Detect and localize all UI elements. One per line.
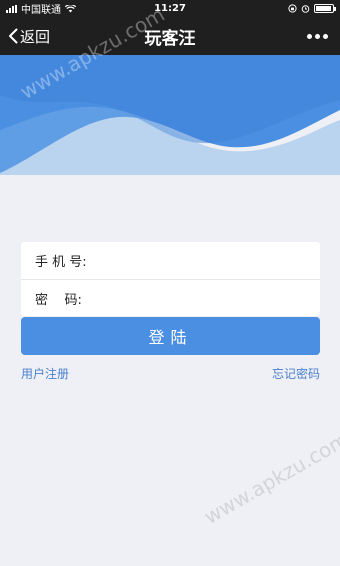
register-link[interactable]: 用户注册: [21, 365, 69, 382]
back-button[interactable]: 返回: [0, 26, 50, 47]
nav-bar: 返回 玩客汪: [0, 17, 340, 55]
more-dots-icon[interactable]: [307, 33, 328, 39]
wave-banner: [0, 55, 340, 175]
login-button[interactable]: 登陆: [21, 317, 320, 355]
phone-input[interactable]: [111, 253, 320, 268]
chevron-left-icon: [8, 28, 18, 44]
password-input[interactable]: [111, 290, 320, 306]
status-bar: 中国联通 11:27: [0, 0, 340, 17]
phone-label: 手 机 号:: [35, 255, 87, 270]
password-label: 密 码:: [35, 292, 82, 308]
wifi-icon: [65, 4, 76, 12]
login-form: 手 机 号: 密 码:: [21, 242, 320, 316]
page-title: 玩客汪: [144, 28, 196, 49]
watermark-text: www.apkzu.com: [200, 427, 340, 529]
lock-rotation-icon: [288, 4, 297, 13]
forgot-password-link[interactable]: 忘记密码: [272, 365, 320, 382]
password-row: 密 码:: [21, 279, 320, 316]
alarm-icon: [301, 5, 310, 13]
phone-row: 手 机 号:: [21, 242, 320, 279]
signal-icon: [6, 4, 17, 13]
carrier-label: 中国联通: [21, 5, 61, 16]
battery-icon: [314, 4, 336, 13]
back-label: 返回: [20, 27, 51, 46]
